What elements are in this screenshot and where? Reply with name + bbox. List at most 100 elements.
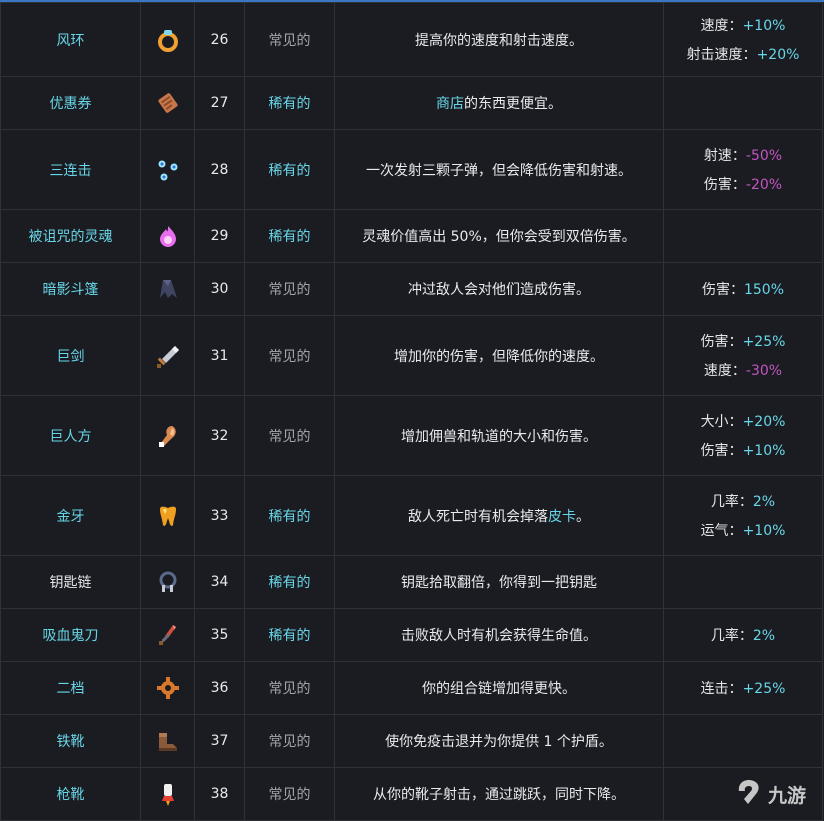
stat-label: 伤害： <box>703 177 746 193</box>
item-id: 26 <box>210 31 229 48</box>
table-row: 金牙 33 稀有的 敌人死亡时有机会掉落皮卡。 几率：2% 运气：+10% <box>0 475 823 556</box>
stat-value: -30% <box>745 363 783 379</box>
stat-value: +20% <box>742 414 786 430</box>
watermark: 九游 <box>734 774 824 814</box>
item-description: 从你的靴子射击，通过跳跃，同时下降。 <box>373 787 625 803</box>
item-name[interactable]: 暗影斗篷 <box>43 282 99 298</box>
item-id: 37 <box>210 733 229 749</box>
stat-line: 伤害：-20% <box>704 174 782 194</box>
item-description: 提高你的速度和射击速度。 <box>415 32 583 49</box>
second-gear-icon <box>155 675 181 701</box>
item-id: 36 <box>210 680 229 696</box>
stat-value: +10% <box>742 443 786 459</box>
item-name[interactable]: 巨剑 <box>57 349 85 365</box>
table-row: 二档 36 常见的 你的组合链增加得更快。 连击：+25% <box>0 661 823 715</box>
item-id: 31 <box>210 347 229 364</box>
description-text: 。 <box>576 508 590 525</box>
item-description: 商店的东西更便宜。 <box>436 96 562 112</box>
table-row: 吸血鬼刀 35 稀有的 击败敌人时有机会获得生命值。 几率：2% <box>0 608 823 662</box>
greatsword-icon <box>155 343 181 369</box>
item-id: 30 <box>210 281 229 297</box>
keychain-icon <box>155 569 181 595</box>
stat-line: 大小：+20% <box>701 411 786 431</box>
item-description: 冲过敌人会对他们造成伤害。 <box>408 282 590 298</box>
item-description: 击败敌人时有机会获得生命值。 <box>401 628 597 644</box>
item-name[interactable]: 三连击 <box>50 163 92 179</box>
item-name[interactable]: 优惠券 <box>50 96 92 112</box>
item-description: 增加佣兽和轨道的大小和伤害。 <box>401 428 597 445</box>
table-row: 巨人方 32 常见的 增加佣兽和轨道的大小和伤害。 大小：+20% 伤害：+10… <box>0 395 823 476</box>
gun-boots-icon <box>155 781 181 807</box>
stat-value: +20% <box>756 47 800 63</box>
stat-value: +25% <box>742 681 786 697</box>
watermark-text: 九游 <box>768 784 807 807</box>
table-row: 钥匙链 34 稀有的 钥匙拾取翻倍，你得到一把钥匙 <box>0 555 823 609</box>
table-row: 风环 26 常见的 提高你的速度和射击速度。 速度：+10% 射击速度：+20% <box>0 2 823 77</box>
stat-value: 2% <box>752 494 776 510</box>
item-rarity: 稀有的 <box>268 628 311 644</box>
iron-boots-icon <box>155 728 181 754</box>
table-row: 枪靴 38 常见的 从你的靴子射击，通过跳跃，同时下降。 <box>0 767 823 821</box>
stat-label: 连击： <box>700 681 743 697</box>
stat-line: 射击速度：+20% <box>687 44 800 64</box>
wind-ring-icon <box>155 27 181 53</box>
item-rarity: 稀有的 <box>268 162 311 179</box>
stat-line: 伤害：+25% <box>701 331 786 351</box>
table-row: 铁靴 37 常见的 使你免疫击退并为你提供 1 个护盾。 <box>0 714 823 768</box>
stat-label: 射速： <box>703 148 746 164</box>
item-id: 34 <box>210 574 229 590</box>
item-name[interactable]: 吸血鬼刀 <box>43 628 99 644</box>
item-description: 灵魂价值高出 50%，但你会受到双倍伤害。 <box>362 229 636 245</box>
stat-value: +10% <box>742 18 786 34</box>
jiuyou-logo-icon <box>734 777 764 811</box>
stat-line: 伤害：+10% <box>701 440 786 460</box>
item-rarity: 常见的 <box>268 282 311 298</box>
shadow-cloak-icon <box>155 276 181 302</box>
item-name[interactable]: 巨人方 <box>50 429 92 445</box>
item-name[interactable]: 二档 <box>57 681 85 697</box>
item-rarity: 常见的 <box>268 787 311 803</box>
coupon-icon <box>155 90 181 116</box>
item-name: 钥匙链 <box>49 575 92 591</box>
table-row: 三连击 28 稀有的 一次发射三颗子弹，但会降低伤害和射速。 射速：-50% 伤… <box>0 129 823 210</box>
item-id: 35 <box>210 627 229 643</box>
stat-label: 伤害： <box>701 282 744 298</box>
stat-line: 连击：+25% <box>701 678 786 698</box>
item-rarity: 常见的 <box>268 428 311 445</box>
stat-line: 伤害：150% <box>702 279 784 299</box>
item-rarity: 稀有的 <box>268 508 311 525</box>
pickup-link[interactable]: 皮卡 <box>548 509 576 525</box>
item-name[interactable]: 铁靴 <box>57 734 85 750</box>
stat-label: 速度： <box>703 363 746 379</box>
stat-line: 速度：+10% <box>701 15 786 35</box>
shop-link[interactable]: 商店 <box>436 96 464 112</box>
items-table: 风环 26 常见的 提高你的速度和射击速度。 速度：+10% 射击速度：+20%… <box>0 2 823 821</box>
item-name[interactable]: 枪靴 <box>57 787 85 803</box>
stat-value: -20% <box>745 177 783 193</box>
item-description: 一次发射三颗子弹，但会降低伤害和射速。 <box>366 162 632 179</box>
description-text: 敌人死亡时有机会掉落 <box>408 508 548 525</box>
item-rarity: 稀有的 <box>268 96 311 112</box>
gold-tooth-icon <box>155 503 181 529</box>
stat-label: 大小： <box>700 414 743 430</box>
stat-label: 伤害： <box>700 443 743 459</box>
item-rarity: 常见的 <box>268 32 311 49</box>
item-id: 29 <box>210 228 229 244</box>
item-name[interactable]: 被诅咒的灵魂 <box>29 229 113 245</box>
item-name[interactable]: 金牙 <box>57 509 85 525</box>
table-row: 被诅咒的灵魂 29 稀有的 灵魂价值高出 50%，但你会受到双倍伤害。 <box>0 209 823 263</box>
item-id: 28 <box>210 161 229 178</box>
stat-line: 速度：-30% <box>704 360 782 380</box>
item-rarity: 常见的 <box>268 681 311 697</box>
triple-shot-icon <box>155 157 181 183</box>
stat-label: 运气： <box>700 523 743 539</box>
table-row: 优惠券 27 稀有的 商店的东西更便宜。 <box>0 76 823 130</box>
item-description: 增加你的伤害，但降低你的速度。 <box>394 348 604 365</box>
item-description: 钥匙拾取翻倍，你得到一把钥匙 <box>401 575 597 591</box>
stat-value: +25% <box>742 334 786 350</box>
item-description: 敌人死亡时有机会掉落皮卡。 <box>408 509 590 525</box>
cursed-soul-icon <box>155 223 181 249</box>
vampire-knife-icon <box>155 622 181 648</box>
item-rarity: 稀有的 <box>268 229 311 245</box>
item-name[interactable]: 风环 <box>57 33 85 49</box>
